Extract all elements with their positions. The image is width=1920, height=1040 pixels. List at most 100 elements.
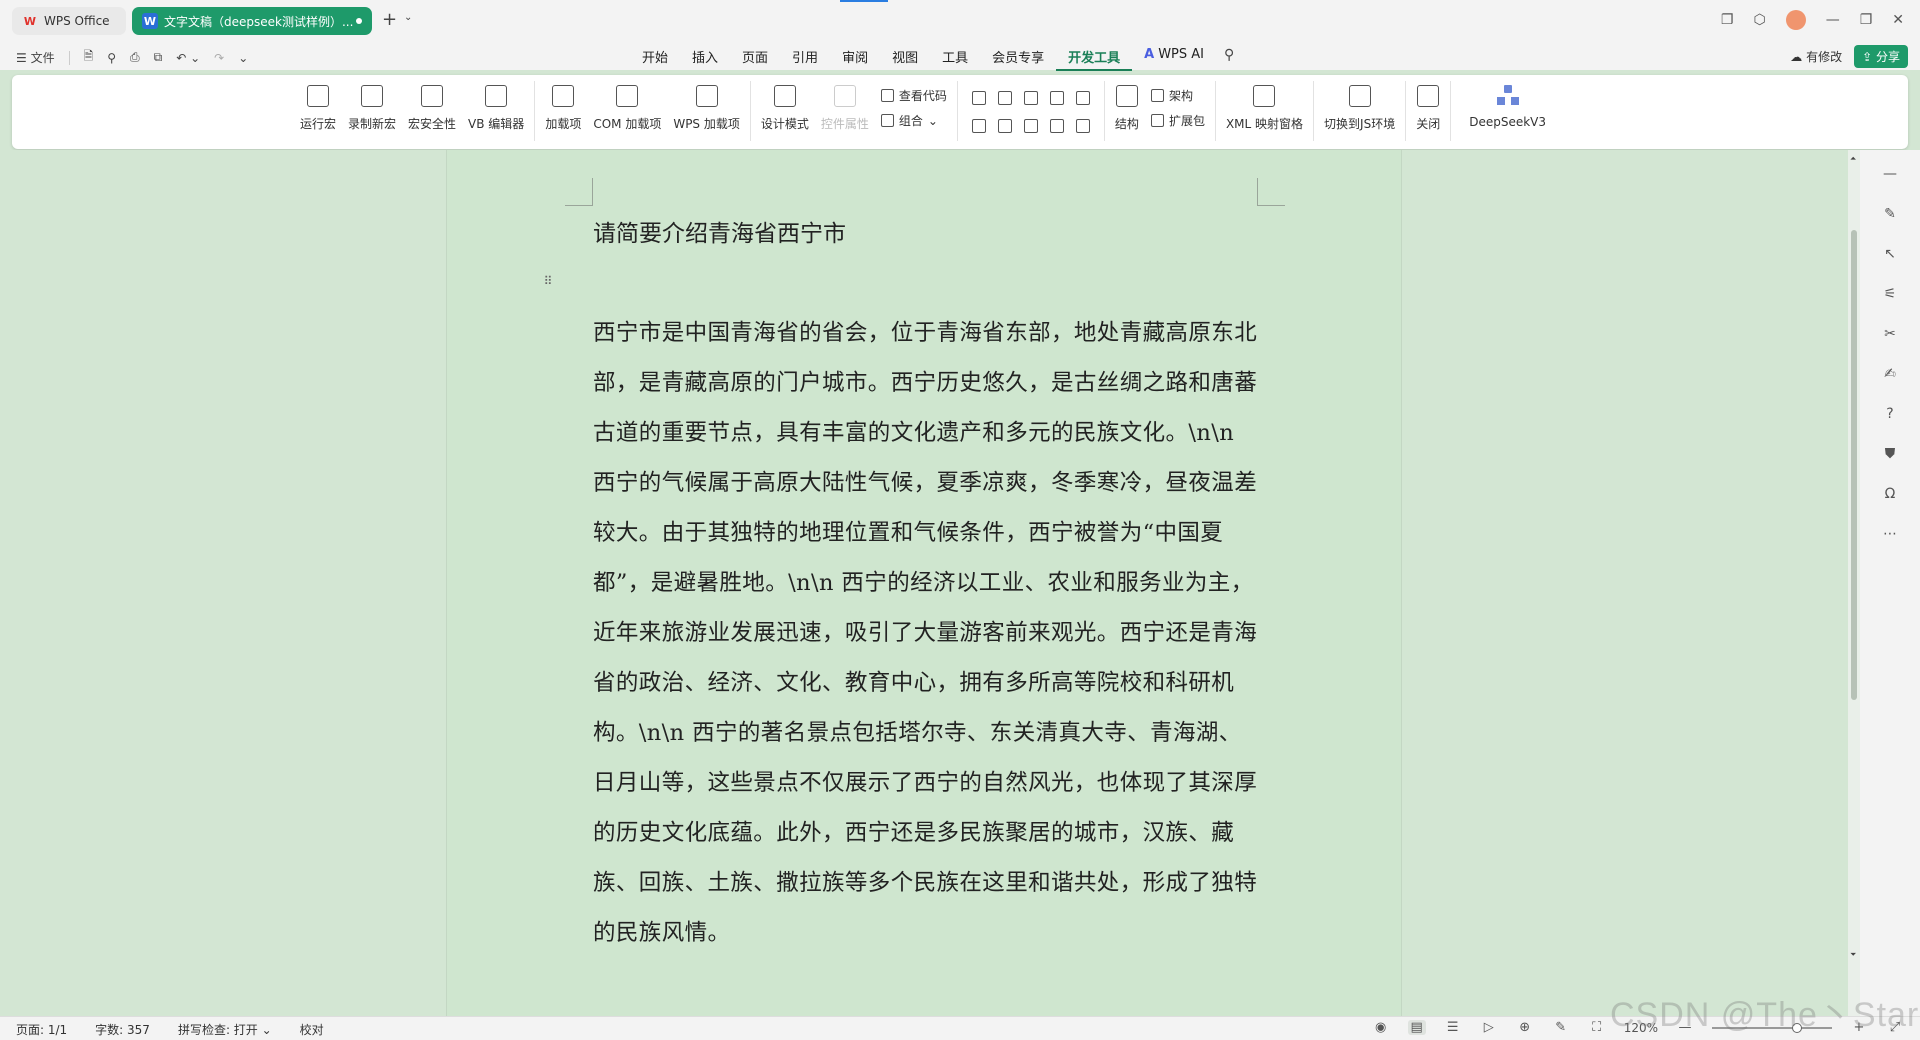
menu-insert[interactable]: 插入	[680, 47, 730, 71]
structure-button[interactable]: 结构	[1109, 81, 1145, 143]
picture-control-icon[interactable]	[1023, 91, 1038, 105]
addins-button[interactable]: 加载项	[539, 81, 587, 143]
vertical-scrollbar[interactable]: ⏶ ⏷	[1848, 150, 1860, 1016]
record-macro-button[interactable]: 录制新宏	[342, 81, 402, 143]
shirt-icon[interactable]: ⛊	[1880, 444, 1900, 464]
eye-protection-icon[interactable]: ◉	[1372, 1020, 1390, 1035]
menu-view[interactable]: 视图	[880, 47, 930, 71]
scrollbar-thumb[interactable]	[1851, 230, 1857, 700]
controls-gallery	[962, 81, 1100, 141]
web-view-icon[interactable]: ⊕	[1516, 1020, 1534, 1035]
redo-icon[interactable]: ↷	[214, 51, 224, 65]
menu-page[interactable]: 页面	[730, 47, 780, 71]
share-button[interactable]: ⇪ 分享	[1854, 45, 1908, 68]
proofread-button[interactable]: 校对	[300, 1021, 324, 1038]
menu-wps-ai[interactable]: A WPS AI	[1132, 47, 1216, 71]
close-window-icon[interactable]: ✕	[1892, 12, 1904, 28]
cube-icon	[552, 85, 575, 107]
page-count[interactable]: 页面: 1/1	[16, 1021, 67, 1038]
cube-icon[interactable]: ⬡	[1753, 12, 1765, 28]
separator	[1450, 81, 1452, 141]
combo-box-icon[interactable]	[971, 119, 986, 133]
dropdown-list-icon[interactable]	[997, 119, 1012, 133]
date-picker-icon[interactable]	[1023, 119, 1038, 133]
legacy-tools-icon[interactable]	[1075, 119, 1090, 133]
signature-icon[interactable]: ✍	[1880, 364, 1900, 384]
switch-js-button[interactable]: 切换到JS环境	[1318, 81, 1401, 143]
menu-references[interactable]: 引用	[780, 47, 830, 71]
play-icon[interactable]: ▷	[1480, 1020, 1498, 1035]
menu-review[interactable]: 审阅	[830, 47, 880, 71]
developer-ribbon: 运行宏 录制新宏 宏安全性 VB 编辑器 加载项 COM 加载项 WPS 加载项	[12, 75, 1908, 149]
wps-ai-icon: A	[1144, 47, 1155, 62]
page-view-icon[interactable]: ▤	[1407, 1020, 1426, 1035]
restore-icon[interactable]: ❐	[1860, 12, 1873, 28]
rich-text-control-icon[interactable]	[997, 91, 1012, 105]
macro-security-button[interactable]: 宏安全性	[402, 81, 462, 143]
separator	[1214, 81, 1216, 141]
wps-addins-button[interactable]: WPS 加载项	[667, 81, 746, 143]
menu-tools[interactable]: 工具	[930, 47, 980, 71]
minimize-icon[interactable]: —	[1826, 12, 1840, 28]
design-mode-button[interactable]: 设计模式	[755, 81, 815, 143]
print-icon[interactable]: ⎙	[130, 50, 140, 65]
xml-mapping-button[interactable]: XML 映射窗格	[1220, 81, 1309, 143]
window-layout-icon[interactable]: ❐	[1721, 12, 1734, 28]
help-icon[interactable]: ?	[1880, 404, 1900, 424]
more-chevron-icon[interactable]: ⌄	[238, 51, 248, 65]
com-addins-button[interactable]: COM 加载项	[587, 81, 667, 143]
word-count[interactable]: 字数: 357	[95, 1021, 150, 1038]
deepseek-button[interactable]: DeepSeekV3	[1455, 81, 1560, 143]
checkbox-control-icon[interactable]	[1075, 91, 1090, 105]
text-control-icon[interactable]	[971, 91, 986, 105]
collapse-icon[interactable]: —	[1880, 164, 1900, 184]
schema-button[interactable]: 架构	[1150, 87, 1205, 104]
menu-membership[interactable]: 会员专享	[980, 47, 1056, 71]
select-cursor-icon[interactable]: ↖	[1880, 244, 1900, 264]
tab-document[interactable]: W 文字文稿（deepseek测试样例）...	[132, 7, 372, 35]
view-code-button[interactable]: 查看代码	[880, 87, 947, 104]
expansion-pack-button[interactable]: 扩展包	[1150, 112, 1205, 129]
writer-logo-icon: W	[142, 13, 158, 29]
file-menu[interactable]: ☰ 文件	[16, 49, 55, 66]
scroll-down-icon[interactable]: ⏷	[1850, 950, 1856, 960]
paragraph-drag-handle-icon[interactable]: ⠿	[541, 272, 555, 290]
run-macro-label: 运行宏	[300, 117, 337, 131]
menu-home[interactable]: 开始	[630, 47, 680, 71]
tools-icon[interactable]: ✂	[1880, 324, 1900, 344]
scroll-up-icon[interactable]: ⏶	[1850, 154, 1856, 164]
omega-icon[interactable]: Ω	[1880, 484, 1900, 504]
question-paragraph[interactable]: 请简要介绍青海省西宁市	[593, 214, 846, 248]
spell-check-toggle[interactable]: 拼写检查: 打开 ⌄	[178, 1021, 272, 1038]
properties-icon	[833, 85, 856, 107]
more-icon[interactable]: ⋯	[1880, 524, 1900, 544]
search-icon[interactable]: ⚲	[1216, 47, 1242, 71]
control-properties-button[interactable]: 控件属性	[815, 81, 875, 143]
document-page[interactable]: ⠿ 请简要介绍青海省西宁市 西宁市是中国青海省的省会，位于青海省东部，地处青藏高…	[446, 150, 1402, 1016]
save-icon[interactable]: 🗎	[84, 47, 94, 68]
tab-wps-office[interactable]: W WPS Office	[12, 7, 126, 35]
outline-view-icon[interactable]: ☰	[1444, 1020, 1462, 1035]
new-tab-menu-chevron-icon[interactable]: ⌄	[404, 12, 412, 23]
close-developer-button[interactable]: 关闭	[1410, 81, 1446, 143]
avatar[interactable]	[1785, 10, 1806, 30]
group-button[interactable]: 组合 ⌄	[880, 112, 947, 129]
undo-icon[interactable]: ↶ ⌄	[176, 51, 200, 65]
run-macro-button[interactable]: 运行宏	[294, 81, 342, 143]
menu-developer-tools[interactable]: 开发工具	[1056, 47, 1133, 71]
edit-pen-icon[interactable]: ✎	[1880, 204, 1900, 224]
document-workspace: ⠿ 请简要介绍青海省西宁市 西宁市是中国青海省的省会，位于青海省东部，地处青藏高…	[0, 150, 1860, 1016]
answer-paragraph[interactable]: 西宁市是中国青海省的省会，位于青海省东部，地处青藏高原东北部，是青藏高原的门户城…	[593, 308, 1261, 958]
new-tab-plus-icon[interactable]: +	[382, 9, 397, 30]
adjust-sliders-icon[interactable]: ⚟	[1880, 284, 1900, 304]
pen-icon[interactable]: ✎	[1552, 1020, 1570, 1035]
building-block-icon[interactable]	[1049, 91, 1064, 105]
view-code-label: 查看代码	[898, 89, 947, 103]
find-icon[interactable]: ⚲	[107, 51, 116, 65]
vb-editor-button[interactable]: VB 编辑器	[462, 81, 530, 143]
fit-page-icon[interactable]: ⛶	[1588, 1020, 1606, 1035]
modified-status[interactable]: ☁ 有修改	[1790, 48, 1842, 65]
repeat-section-icon[interactable]	[1049, 119, 1064, 133]
code-group-stack: 查看代码 组合 ⌄	[875, 81, 953, 129]
print-preview-icon[interactable]: ⧉	[154, 50, 163, 65]
